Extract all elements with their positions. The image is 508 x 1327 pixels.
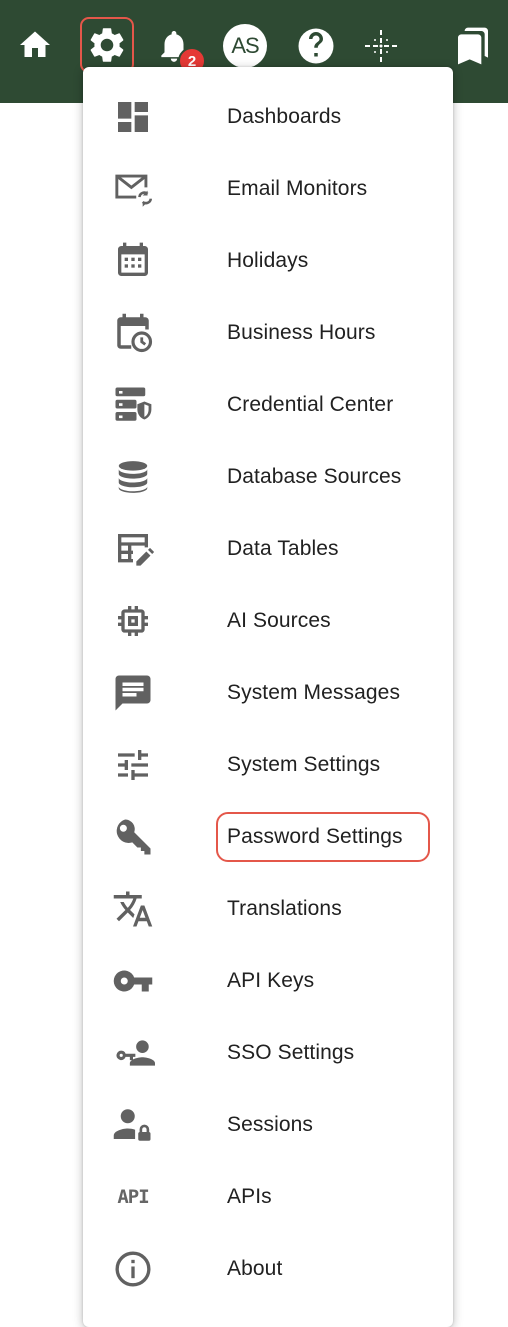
calendar-icon bbox=[111, 242, 155, 279]
api-icon-text: API bbox=[117, 1186, 149, 1208]
menu-item-label: Credential Center bbox=[227, 393, 394, 416]
key-icon bbox=[111, 819, 155, 855]
menu-item-label: System Messages bbox=[227, 681, 401, 704]
calendar-clock-icon bbox=[111, 313, 155, 353]
menu-item-label: Data Tables bbox=[227, 537, 339, 560]
menu-item-holidays[interactable]: Holidays bbox=[83, 225, 453, 297]
translate-icon bbox=[111, 891, 155, 927]
avatar[interactable]: AS bbox=[223, 24, 267, 68]
bookmarks-icon[interactable] bbox=[452, 24, 494, 68]
menu-item-label: Sessions bbox=[227, 1113, 314, 1136]
dashboard-icon bbox=[111, 99, 155, 135]
menu-item-credential-center[interactable]: Credential Center bbox=[83, 369, 453, 441]
key-person-icon bbox=[111, 1035, 155, 1071]
menu-item-business-hours[interactable]: Business Hours bbox=[83, 297, 453, 369]
menu-item-apis[interactable]: API APIs bbox=[83, 1161, 453, 1233]
menu-item-sso-settings[interactable]: SSO Settings bbox=[83, 1017, 453, 1089]
settings-icon[interactable] bbox=[84, 22, 130, 68]
person-lock-icon bbox=[111, 1107, 155, 1143]
menu-item-label: API Keys bbox=[227, 969, 315, 992]
menu-item-email-monitors[interactable]: Email Monitors bbox=[83, 153, 453, 225]
info-icon bbox=[111, 1251, 155, 1287]
menu-item-label: About bbox=[227, 1257, 283, 1280]
email-sync-icon bbox=[111, 171, 155, 207]
database-icon bbox=[111, 459, 155, 495]
menu-item-password-settings[interactable]: Password Settings bbox=[83, 801, 453, 873]
menu-item-api-keys[interactable]: API Keys bbox=[83, 945, 453, 1017]
menu-item-system-messages[interactable]: System Messages bbox=[83, 657, 453, 729]
message-icon bbox=[111, 675, 155, 711]
chip-icon bbox=[111, 603, 155, 639]
menu-item-data-tables[interactable]: Data Tables bbox=[83, 513, 453, 585]
menu-item-label: Database Sources bbox=[227, 465, 402, 488]
menu-item-dashboards[interactable]: Dashboards bbox=[83, 81, 453, 153]
menu-item-label: SSO Settings bbox=[227, 1041, 355, 1064]
menu-item-label: AI Sources bbox=[227, 609, 331, 632]
home-icon[interactable] bbox=[15, 25, 55, 65]
menu-item-about[interactable]: About bbox=[83, 1233, 453, 1305]
menu-item-database-sources[interactable]: Database Sources bbox=[83, 441, 453, 513]
sparkle-icon[interactable] bbox=[360, 25, 402, 67]
table-edit-icon bbox=[111, 531, 155, 567]
menu-item-ai-sources[interactable]: AI Sources bbox=[83, 585, 453, 657]
menu-item-translations[interactable]: Translations bbox=[83, 873, 453, 945]
menu-item-label: APIs bbox=[227, 1185, 272, 1208]
menu-item-label: Business Hours bbox=[227, 321, 376, 344]
settings-dropdown-menu: Dashboards Email Monitors Holidays Busin… bbox=[83, 67, 453, 1327]
menu-item-sessions[interactable]: Sessions bbox=[83, 1089, 453, 1161]
vpn-key-icon bbox=[111, 963, 155, 999]
server-shield-icon bbox=[111, 387, 155, 423]
help-icon[interactable] bbox=[294, 24, 338, 68]
menu-item-label: System Settings bbox=[227, 753, 381, 776]
api-icon: API bbox=[111, 1179, 155, 1215]
menu-item-system-settings[interactable]: System Settings bbox=[83, 729, 453, 801]
password-settings-highlight bbox=[216, 812, 430, 862]
menu-item-label: Holidays bbox=[227, 249, 309, 272]
menu-item-label: Email Monitors bbox=[227, 177, 368, 200]
menu-item-label: Translations bbox=[227, 897, 342, 920]
menu-item-label: Dashboards bbox=[227, 105, 342, 128]
sliders-icon bbox=[111, 747, 155, 783]
